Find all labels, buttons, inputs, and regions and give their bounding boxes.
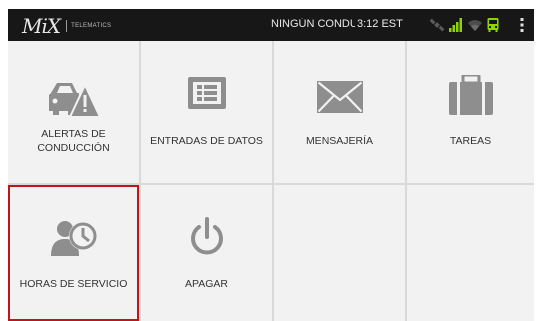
tile-power-off[interactable]: APAGAR: [141, 185, 272, 321]
driver-status[interactable]: NINGÚN CONDUCTOR: [271, 18, 355, 30]
tile-label: ENTRADAS DE DATOS: [150, 135, 263, 147]
signal-icon: [449, 18, 462, 32]
logo-wordmark: MiX: [22, 14, 61, 38]
empty-tile: [407, 185, 534, 321]
clock: 3:12 EST: [357, 18, 403, 30]
data-entry-icon: [187, 77, 226, 109]
tile-label: HORAS DE SERVICIO: [19, 278, 128, 290]
logo-subtext: TELEMATICS: [71, 23, 112, 29]
empty-tile: [274, 185, 405, 321]
device-screen: MiX TELEMATICS NINGÚN CONDUCTOR 3:12 EST: [8, 9, 534, 321]
wifi-icon: [468, 20, 482, 31]
tile-driving-alerts[interactable]: ALERTAS DE CONDUCCIÓN: [8, 41, 139, 183]
driving-alert-icon: [48, 82, 100, 118]
tile-label: TAREAS: [449, 135, 492, 147]
tile-label: MENSAJERÍA: [305, 135, 374, 147]
tile-tasks[interactable]: TAREAS: [407, 41, 534, 183]
logo-divider: [66, 20, 68, 32]
envelope-icon: [316, 81, 363, 113]
overflow-menu-icon[interactable]: [519, 17, 525, 33]
tile-hours-of-service[interactable]: HORAS DE SERVICIO: [8, 185, 139, 321]
bus-icon: [487, 18, 499, 32]
mix-telematics-logo: MiX TELEMATICS: [22, 14, 111, 38]
power-icon: [190, 217, 223, 255]
tile-label: APAGAR: [185, 278, 228, 290]
tile-label: ALERTAS DE CONDUCCIÓN: [37, 128, 110, 154]
tile-messaging[interactable]: MENSAJERÍA: [274, 41, 405, 183]
satellite-icon: [429, 18, 445, 32]
hours-of-service-icon: [50, 221, 97, 256]
status-bar: MiX TELEMATICS NINGÚN CONDUCTOR 3:12 EST: [8, 9, 534, 41]
briefcase-icon: [448, 75, 493, 115]
tile-data-entry[interactable]: ENTRADAS DE DATOS: [141, 41, 272, 183]
menu-grid: ALERTAS DE CONDUCCIÓN ENTRADAS DE DATOS: [8, 41, 534, 321]
